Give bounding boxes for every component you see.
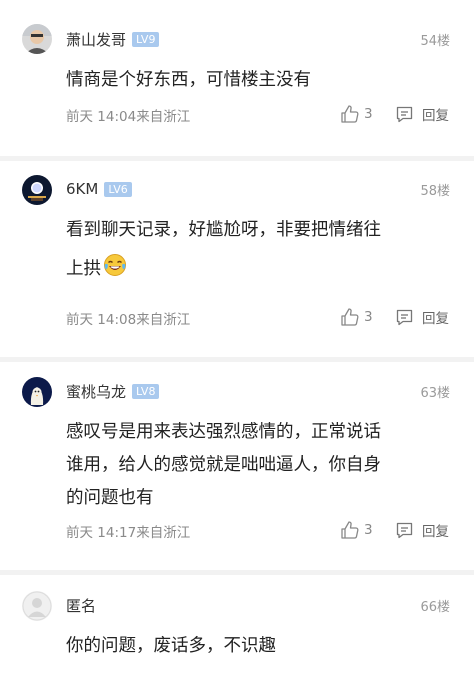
- reply-button[interactable]: 回复: [395, 104, 449, 124]
- avatar[interactable]: [22, 24, 52, 54]
- floor-number: 66楼: [420, 600, 450, 615]
- like-count: 3: [364, 522, 373, 538]
- thumbs-up-icon: [341, 105, 359, 123]
- comment-item: 匿名 66楼 你的问题，废话多，不识趣: [0, 575, 474, 678]
- time-location: 前天 14:17来自浙江: [66, 525, 191, 541]
- laughing-with-tears-icon: [103, 253, 127, 289]
- floor-number: 63楼: [420, 386, 450, 401]
- comment-line: 上拱: [66, 259, 101, 279]
- time-location: 前天 14:04来自浙江: [66, 109, 191, 125]
- reply-icon: [396, 309, 413, 325]
- reply-label: 回复: [422, 524, 449, 540]
- like-button[interactable]: 3: [340, 520, 373, 540]
- time-location: 前天 14:08来自浙江: [66, 312, 191, 328]
- reply-label: 回复: [422, 108, 449, 124]
- comment-item: 6KM LV6 58楼 看到聊天记录，好尴尬呀，非要把情绪往 上拱 前天 14:…: [0, 161, 474, 357]
- reply-button[interactable]: 回复: [395, 520, 449, 540]
- comment-line: 感叹号是用来表达强烈感情的，正常说话: [66, 422, 381, 442]
- avatar[interactable]: [22, 377, 52, 407]
- like-button[interactable]: 3: [340, 104, 373, 124]
- level-badge: LV6: [104, 181, 132, 197]
- comment-text: 情商是个好东西，可惜楼主没有: [66, 64, 446, 97]
- comment-text: 感叹号是用来表达强烈感情的，正常说话 谁用，给人的感觉就是咄咄逼人，你自身 的问…: [66, 416, 446, 515]
- reply-label: 回复: [422, 311, 449, 327]
- comment-line: 你的问题，废话多，不识趣: [66, 636, 276, 656]
- comment-line: 的问题也有: [66, 488, 154, 508]
- comment-text: 看到聊天记录，好尴尬呀，非要把情绪往 上拱: [66, 214, 446, 289]
- username[interactable]: 蜜桃乌龙: [66, 381, 126, 402]
- comment-item: 萧山发哥 LV9 54楼 情商是个好东西，可惜楼主没有 前天 14:04来自浙江…: [0, 0, 474, 156]
- avatar[interactable]: [22, 591, 52, 621]
- username[interactable]: 萧山发哥: [66, 29, 126, 50]
- comment-line: 看到聊天记录，好尴尬呀，非要把情绪往: [66, 220, 381, 240]
- like-count: 3: [364, 106, 373, 122]
- user-info: 萧山发哥 LV9: [66, 28, 160, 50]
- reply-icon: [396, 106, 413, 122]
- user-info: 匿名: [66, 594, 96, 616]
- default-avatar-icon: [22, 591, 52, 621]
- username: 匿名: [66, 596, 97, 615]
- comment-line: 谁用，给人的感觉就是咄咄逼人，你自身: [66, 455, 381, 475]
- comment-item: 蜜桃乌龙 LV8 63楼 感叹号是用来表达强烈感情的，正常说话 谁用，给人的感觉…: [0, 362, 474, 570]
- username[interactable]: 6KM: [66, 180, 98, 198]
- like-count: 3: [364, 309, 373, 325]
- level-badge: LV8: [132, 383, 160, 399]
- comment-line: 情商是个好东西，可惜楼主没有: [66, 70, 311, 90]
- level-badge: LV9: [132, 31, 160, 47]
- thumbs-up-icon: [341, 521, 359, 539]
- avatar[interactable]: [22, 175, 52, 205]
- comment-list: 萧山发哥 LV9 54楼 情商是个好东西，可惜楼主没有 前天 14:04来自浙江…: [0, 0, 474, 678]
- reply-button[interactable]: 回复: [395, 307, 449, 327]
- comment-line-wrapper: 上拱: [66, 253, 446, 289]
- floor-number: 58楼: [420, 184, 450, 199]
- user-info: 蜜桃乌龙 LV8: [66, 380, 160, 402]
- floor-number: 54楼: [420, 34, 450, 49]
- thumbs-up-icon: [341, 308, 359, 326]
- reply-icon: [396, 522, 413, 538]
- user-info: 6KM LV6: [66, 178, 132, 200]
- comment-text: 你的问题，废话多，不识趣: [66, 630, 446, 663]
- like-button[interactable]: 3: [340, 307, 373, 327]
